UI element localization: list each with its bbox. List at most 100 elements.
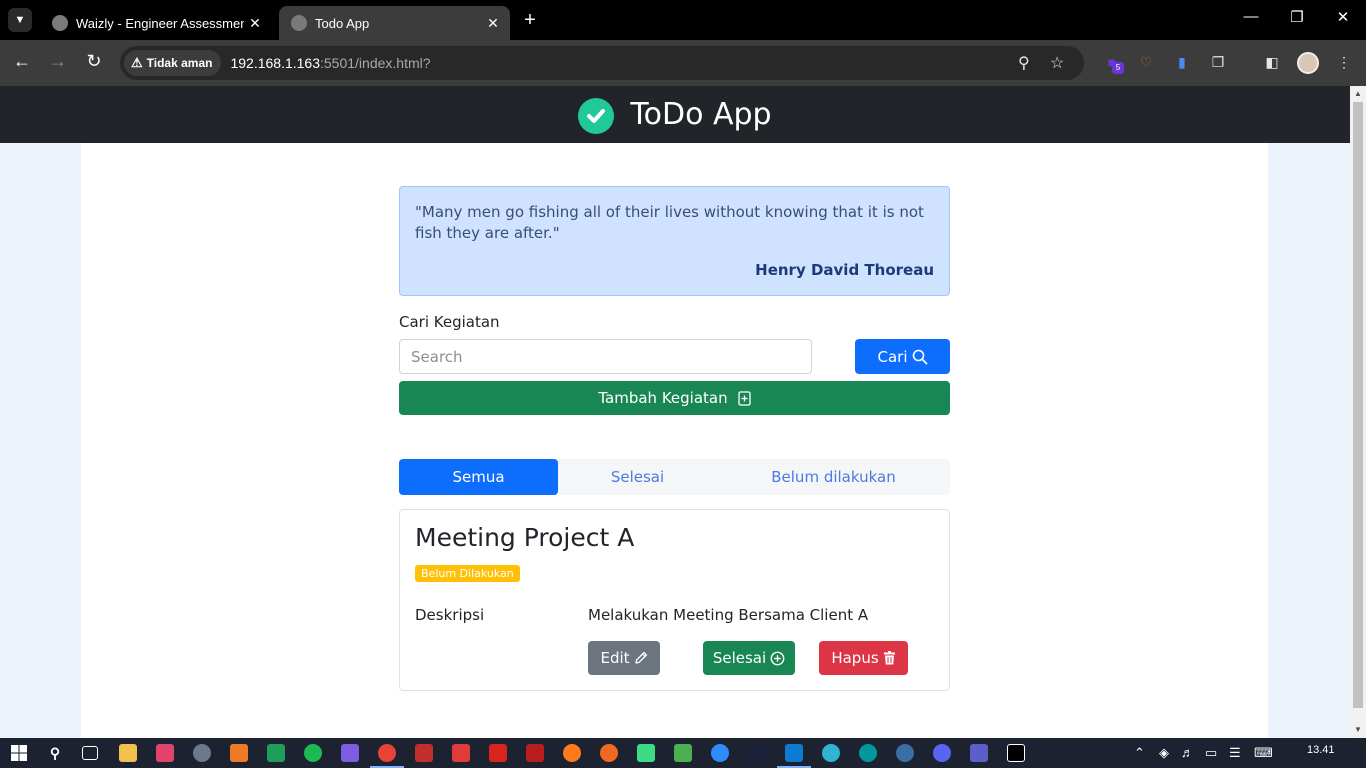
- browser-tab-strip: ▼ Waizly - Engineer Assessment ✕ Todo Ap…: [0, 0, 1366, 40]
- scroll-thumb[interactable]: [1353, 102, 1363, 708]
- taskbar-clock[interactable]: 13.41: [1307, 744, 1335, 756]
- app-icon[interactable]: [674, 744, 692, 762]
- side-panel-icon[interactable]: ◧: [1262, 52, 1282, 72]
- spreadsheet-icon[interactable]: [267, 744, 285, 762]
- description-label: Deskripsi: [415, 606, 485, 624]
- browser-tab-waizly[interactable]: Waizly - Engineer Assessment ✕: [40, 6, 272, 40]
- vscode-icon[interactable]: [785, 744, 803, 762]
- window-close-icon[interactable]: ✕: [1331, 8, 1355, 26]
- android-studio-icon[interactable]: [637, 744, 655, 762]
- close-icon[interactable]: ✕: [482, 15, 504, 32]
- puzzle-icon[interactable]: ❐: [1208, 52, 1228, 72]
- delete-label: Hapus: [831, 649, 879, 667]
- quote-box: "Many men go fishing all of their lives …: [399, 186, 950, 296]
- security-chip[interactable]: ⚠ Tidak aman: [124, 50, 222, 76]
- address-bar[interactable]: ⚠ Tidak aman 192.168.1.163:5501/index.ht…: [120, 46, 1084, 80]
- task-view-icon[interactable]: [82, 746, 98, 760]
- keyboard-icon[interactable]: ⌨: [1254, 745, 1273, 761]
- main-container: "Many men go fishing all of their lives …: [81, 143, 1268, 738]
- scroll-down-icon[interactable]: ▼: [1350, 722, 1366, 738]
- discord-icon[interactable]: [933, 744, 951, 762]
- page-scrollbar[interactable]: ▲ ▼: [1350, 86, 1366, 738]
- spotify-icon[interactable]: [304, 744, 322, 762]
- app-icon[interactable]: [341, 744, 359, 762]
- url-path: :5501/index.html?: [320, 55, 431, 71]
- app-icon[interactable]: [156, 744, 174, 762]
- app-icon[interactable]: [452, 744, 470, 762]
- profile-avatar[interactable]: [1297, 52, 1319, 74]
- chrome-icon[interactable]: [378, 744, 396, 762]
- extension-icon[interactable]: ■5: [1102, 52, 1124, 74]
- firefox-icon[interactable]: [563, 744, 581, 762]
- search-label: Cari Kegiatan: [399, 313, 500, 331]
- pencil-icon: [634, 651, 647, 664]
- minimize-icon[interactable]: —: [1239, 8, 1263, 25]
- page-viewport: ToDo App "Many men go fishing all of the…: [0, 86, 1350, 738]
- security-label: Tidak aman: [146, 56, 213, 70]
- bookmark-star-icon[interactable]: ☆: [1050, 53, 1064, 73]
- tab-selesai[interactable]: Selesai: [558, 459, 717, 495]
- wifi-icon[interactable]: ◈: [1159, 745, 1169, 761]
- search-button-label: Cari: [877, 347, 908, 366]
- volume-icon[interactable]: ♬: [1181, 745, 1194, 760]
- forward-arrow-icon[interactable]: →: [46, 51, 70, 72]
- teams-icon[interactable]: [970, 744, 988, 762]
- app-icon[interactable]: [896, 744, 914, 762]
- tab-semua[interactable]: Semua: [399, 459, 558, 495]
- edit-button[interactable]: Edit: [588, 641, 660, 675]
- app-icon[interactable]: [415, 744, 433, 762]
- add-file-icon: [737, 390, 751, 406]
- check-circle-icon: [578, 97, 615, 134]
- menu-dots-icon[interactable]: ⋮: [1334, 52, 1354, 72]
- new-tab-button[interactable]: +: [518, 9, 542, 32]
- tab-belum-dilakukan[interactable]: Belum dilakukan: [717, 459, 950, 495]
- quote-author: Henry David Thoreau: [755, 261, 934, 279]
- globe-icon: [291, 15, 307, 31]
- description-value: Melakukan Meeting Bersama Client A: [588, 606, 869, 624]
- xampp-icon[interactable]: [230, 744, 248, 762]
- delete-button[interactable]: Hapus: [819, 641, 908, 675]
- chat-icon[interactable]: ☰: [1229, 745, 1241, 761]
- back-arrow-icon[interactable]: ←: [10, 51, 34, 72]
- status-badge: Belum Dilakukan: [415, 565, 520, 582]
- intellij-icon[interactable]: [1007, 744, 1025, 762]
- url-host: 192.168.1.163: [230, 55, 320, 71]
- tab-title: Waizly - Engineer Assessment: [76, 15, 244, 31]
- reload-icon[interactable]: ↻: [82, 51, 106, 72]
- battery-icon[interactable]: ▭: [1205, 745, 1217, 761]
- app-icon[interactable]: [822, 744, 840, 762]
- quote-text: "Many men go fishing all of their lives …: [415, 203, 924, 242]
- add-activity-button[interactable]: Tambah Kegiatan: [399, 381, 950, 415]
- close-icon[interactable]: ✕: [244, 15, 266, 32]
- scroll-up-icon[interactable]: ▲: [1350, 86, 1366, 102]
- arduino-icon[interactable]: [859, 744, 877, 762]
- app-header: ToDo App: [0, 86, 1350, 143]
- app-icon[interactable]: [193, 744, 211, 762]
- zoom-app-icon[interactable]: [711, 744, 729, 762]
- filter-tabs: Semua Selesai Belum dilakukan: [399, 459, 950, 495]
- search-button[interactable]: Cari: [855, 339, 950, 374]
- browser-tab-todo[interactable]: Todo App ✕: [279, 6, 510, 40]
- mark-done-button[interactable]: Selesai: [703, 641, 795, 675]
- wallet-extension-icon[interactable]: ♡: [1136, 52, 1156, 72]
- filezilla-icon[interactable]: [526, 744, 544, 762]
- restore-icon[interactable]: ❐: [1285, 8, 1309, 26]
- search-icon[interactable]: ⚲: [46, 744, 64, 762]
- windows-start-icon[interactable]: [10, 744, 28, 762]
- search-input[interactable]: [399, 339, 812, 374]
- edit-label: Edit: [600, 649, 630, 667]
- tab-search-button[interactable]: ▼: [8, 8, 32, 32]
- trash-icon: [883, 651, 895, 665]
- document-extension-icon[interactable]: ▮: [1172, 52, 1192, 72]
- app-title: ToDo App: [630, 97, 772, 132]
- url-text[interactable]: 192.168.1.163:5501/index.html?: [230, 55, 430, 71]
- app-icon[interactable]: [748, 744, 766, 762]
- chevron-up-icon[interactable]: ⌃: [1134, 745, 1145, 761]
- file-explorer-icon[interactable]: [119, 744, 137, 762]
- warning-icon: ⚠: [131, 55, 143, 70]
- app-icon[interactable]: [489, 744, 507, 762]
- zoom-icon[interactable]: ⚲: [1018, 53, 1030, 73]
- os-taskbar: ⚲ ⌃ ◈ ♬ ▭ ☰ ⌨ 13.41: [0, 738, 1366, 768]
- todo-card: Meeting Project A Belum Dilakukan Deskri…: [399, 509, 950, 691]
- app-icon[interactable]: [600, 744, 618, 762]
